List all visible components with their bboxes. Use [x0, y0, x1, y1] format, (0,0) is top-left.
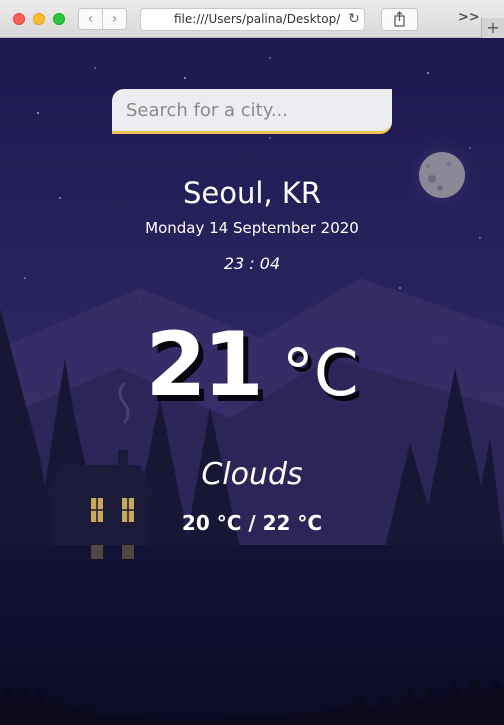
temperature-range: 20 °C / 22 °C: [181, 511, 323, 535]
new-tab-button[interactable]: +: [481, 18, 504, 39]
maximize-window-button[interactable]: [53, 13, 65, 25]
temperature-value: 21: [145, 313, 263, 416]
reload-icon: ↻: [348, 11, 360, 27]
city-search-input[interactable]: [112, 89, 392, 134]
chevron-left-icon: ‹: [87, 11, 94, 27]
current-date: Monday 14 September 2020: [145, 219, 359, 237]
forward-button[interactable]: ›: [102, 8, 127, 30]
url-text: file:///Users/palina/Desktop/: [174, 12, 341, 26]
close-window-button[interactable]: [13, 13, 25, 25]
reload-button[interactable]: ↻: [343, 8, 365, 31]
more-tabs-button[interactable]: >>: [458, 10, 480, 25]
address-bar[interactable]: file:///Users/palina/Desktop/: [140, 8, 365, 31]
back-button[interactable]: ‹: [78, 8, 103, 30]
share-button[interactable]: [381, 8, 418, 31]
minimize-window-button[interactable]: [33, 13, 45, 25]
current-temperature: 21 °C: [0, 313, 504, 416]
chevron-right-icon: ›: [111, 11, 118, 27]
current-time: 23 : 04: [223, 254, 281, 273]
city-name: Seoul, KR: [182, 176, 322, 210]
temperature-unit: °C: [281, 337, 359, 411]
weather-page: Seoul, KR Monday 14 September 2020 23 : …: [0, 38, 504, 725]
browser-toolbar: ‹ › file:///Users/palina/Desktop/ ↻ >> +: [0, 0, 504, 39]
weather-condition: Clouds: [201, 457, 303, 492]
share-icon: [394, 11, 405, 27]
